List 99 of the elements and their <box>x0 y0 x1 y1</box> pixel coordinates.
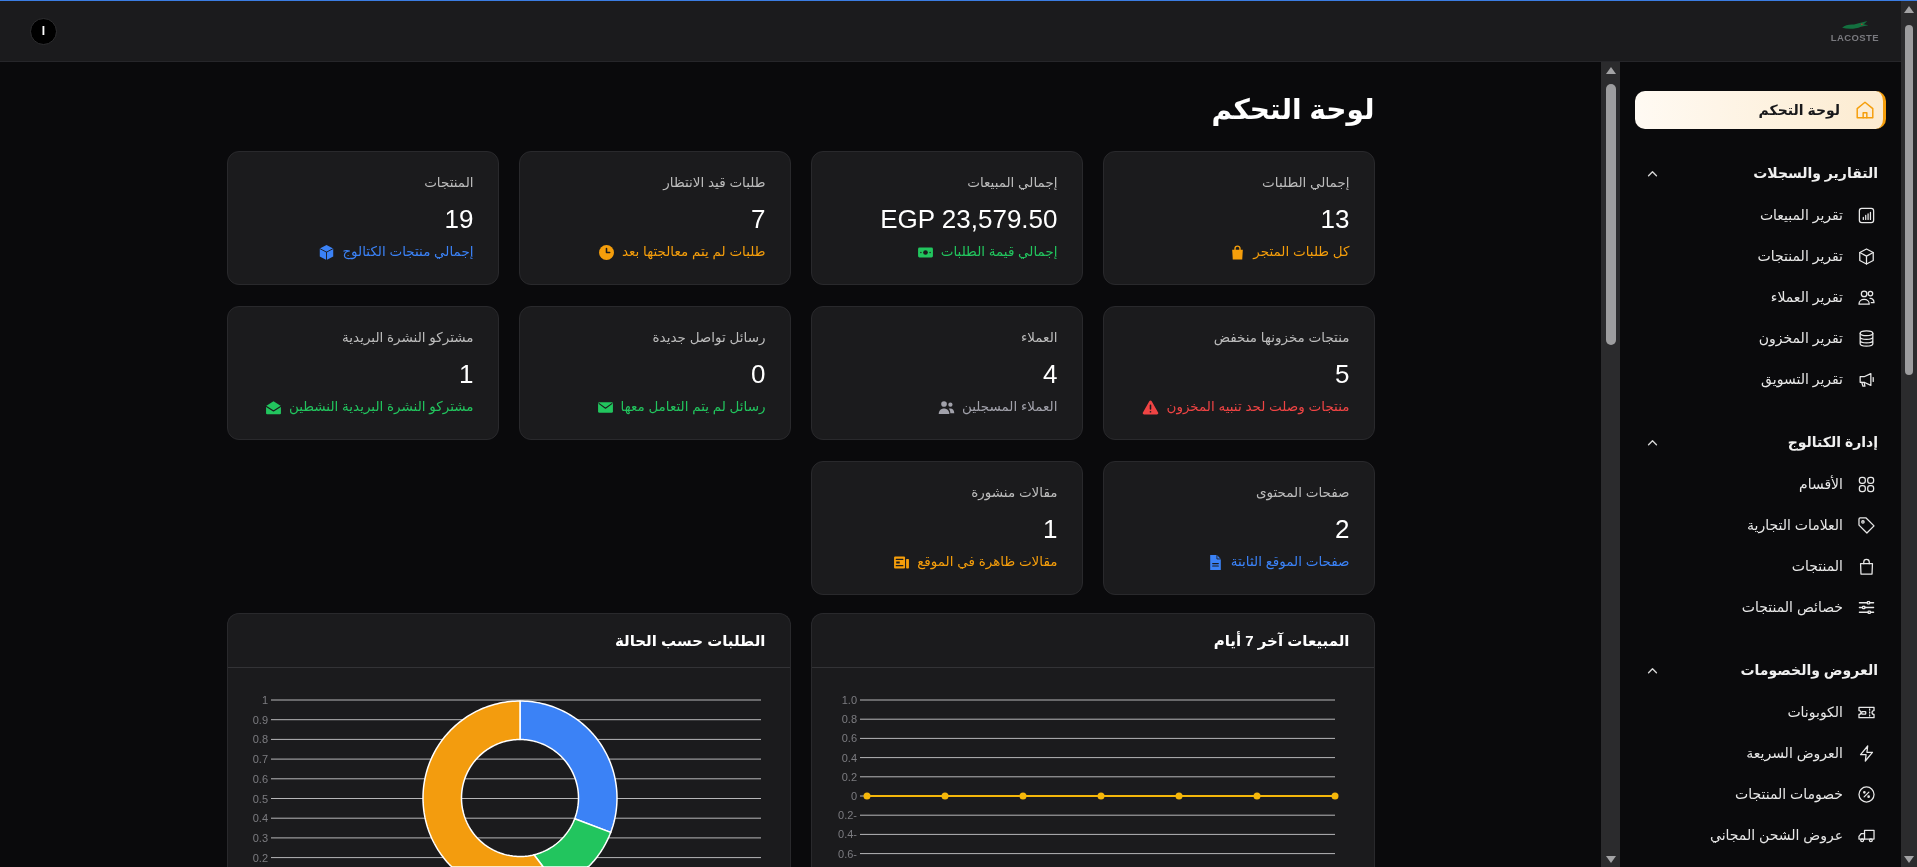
sidebar-item[interactable]: المنتجات <box>1791 554 1876 578</box>
stat-title: العملاء <box>1020 329 1058 347</box>
sidebar-item[interactable]: تقرير المبيعات <box>1759 203 1876 227</box>
scrollbar-thumb[interactable] <box>1605 84 1616 345</box>
stat-note: كل طلبات المتجر <box>1253 243 1350 261</box>
stat-note: رسائل لم يتم التعامل معها <box>620 398 766 417</box>
section-header[interactable]: العروض والخصومات <box>1620 660 1901 680</box>
crocodile-icon <box>1840 19 1869 31</box>
cube-icon <box>1857 246 1876 266</box>
axis-label: 0.6 <box>252 772 268 785</box>
stat-value: 7 <box>751 203 766 235</box>
stat-note: مقالات ظاهرة في الموقع <box>917 553 1058 572</box>
stat-title: إجمالي الطلبات <box>1262 174 1350 192</box>
stat-value: EGP 23,579.50 <box>880 203 1058 235</box>
axis-label: 0.8 <box>841 713 857 726</box>
shopping-bag-icon <box>1857 556 1876 576</box>
section-header[interactable]: إدارة الكتالوج <box>1620 432 1901 452</box>
page-title: لوحة التحكم <box>1211 93 1375 128</box>
data-point <box>1175 792 1182 800</box>
stat-title: طلبات قيد الانتظار <box>663 174 766 192</box>
data-point <box>1019 792 1026 800</box>
stat-value: 5 <box>1335 358 1350 390</box>
data-point <box>1253 792 1260 800</box>
sidebar-item[interactable]: خصومات المنتجات <box>1734 782 1876 806</box>
lightning-icon <box>1857 743 1876 763</box>
sidebar-item[interactable]: عروض الشحن المجاني <box>1710 823 1876 847</box>
sidebar-item[interactable]: تقرير المخزون <box>1758 326 1876 350</box>
axis-label: 0.8 <box>252 733 268 746</box>
users-icon <box>937 398 955 416</box>
data-point <box>1331 792 1338 800</box>
stat-title: صفحات المحتوى <box>1255 484 1350 503</box>
sidebar-item[interactable]: تقرير المنتجات <box>1757 244 1876 268</box>
database-icon <box>1857 328 1876 348</box>
axis-label: 0.4 <box>841 751 857 764</box>
bar-chart-icon <box>1857 205 1876 225</box>
stat-note: طلبات لم يتم معالجتها بعد <box>622 243 766 262</box>
stat-note: العملاء المسجلين <box>961 398 1058 417</box>
sidebar-item[interactable]: خصائص المنتجات <box>1741 595 1876 619</box>
data-point <box>863 792 870 800</box>
axis-label: 0.2 <box>841 770 857 783</box>
chart-title: الطلبات حسب الحالة <box>614 631 766 650</box>
stat-note: إجمالي قيمة الطلبات <box>940 243 1058 261</box>
stat-title: رسائل تواصل جديدة <box>652 329 766 348</box>
axis-label: 0.9 <box>252 713 268 726</box>
data-point <box>1097 792 1104 800</box>
stat-note: صفحات الموقع الثابتة <box>1230 553 1350 572</box>
stat-value: 1 <box>1043 513 1058 545</box>
sidebar-item[interactable]: العروض السريعة <box>1746 741 1876 765</box>
sidebar-item[interactable]: الكوبونات <box>1787 700 1876 724</box>
logo-text: LACOSTE <box>1830 31 1879 43</box>
grid-icon <box>1857 474 1876 494</box>
chart-title: المبيعات آخر 7 أيام <box>1213 631 1350 650</box>
stat-title: منتجات مخزونها منخفض <box>1213 329 1350 348</box>
triangle-up-icon[interactable] <box>1904 6 1914 13</box>
data-point <box>941 792 948 800</box>
sidebar-item[interactable]: لوحة التحكم <box>1635 91 1886 129</box>
axis-label: 0.6- <box>837 847 857 860</box>
warning-icon <box>1142 398 1160 416</box>
stat-title: مقالات منشورة <box>971 484 1058 503</box>
stat-note: مشتركو النشرة البريدية النشطين <box>288 398 474 417</box>
axis-label: 0.2- <box>837 809 857 822</box>
percent-badge-icon <box>1857 784 1876 804</box>
axis-label: 0.3 <box>252 831 268 844</box>
stat-value: 0 <box>751 358 766 390</box>
stat-title: المنتجات <box>424 174 474 192</box>
stat-note: منتجات وصلت لحد تنبيه المخزون <box>1166 398 1350 417</box>
axis-label: 1.0 <box>841 694 857 706</box>
home-icon <box>1854 99 1876 121</box>
sidebar-item[interactable]: تقرير العملاء <box>1770 285 1876 309</box>
stat-value: 19 <box>444 203 474 235</box>
axis-label: 0.5 <box>252 792 268 805</box>
axis-label: 0.2 <box>252 851 268 864</box>
stat-value: 2 <box>1335 513 1350 545</box>
axis-label: 0.7 <box>252 753 268 766</box>
sidebar-item[interactable]: تقرير التسويق <box>1761 367 1876 391</box>
section-header[interactable]: التقارير والسجلات <box>1620 163 1901 183</box>
open-envelope-icon <box>264 398 282 416</box>
stat-value: 4 <box>1043 358 1058 390</box>
tag-icon <box>1857 515 1876 535</box>
clock-icon <box>598 243 615 261</box>
axis-label: 0.4 <box>252 812 268 825</box>
cube-icon <box>318 243 336 261</box>
stat-value: 13 <box>1320 203 1350 235</box>
sidebar-item[interactable]: الأقسام <box>1799 472 1876 496</box>
sidebar-item[interactable]: العلامات التجارية <box>1747 513 1876 537</box>
stat-title: مشتركو النشرة البريدية <box>342 329 474 348</box>
scrollbar-thumb[interactable] <box>1905 25 1913 375</box>
axis-label: 0.6 <box>841 732 857 745</box>
stat-title: إجمالي المبيعات <box>967 174 1058 192</box>
triangle-down-icon[interactable] <box>1605 856 1616 863</box>
axis-label: 0 <box>850 790 857 802</box>
triangle-down-icon[interactable] <box>1904 856 1914 863</box>
stat-note: إجمالي منتجات الكتالوج <box>342 243 474 262</box>
profile-button[interactable]: I <box>30 17 57 45</box>
newspaper-icon <box>893 553 911 571</box>
triangle-up-icon[interactable] <box>1605 67 1616 74</box>
axis-label: 0.4- <box>837 828 857 841</box>
axis-label: 1 <box>261 694 268 706</box>
stat-value: 1 <box>459 358 474 390</box>
